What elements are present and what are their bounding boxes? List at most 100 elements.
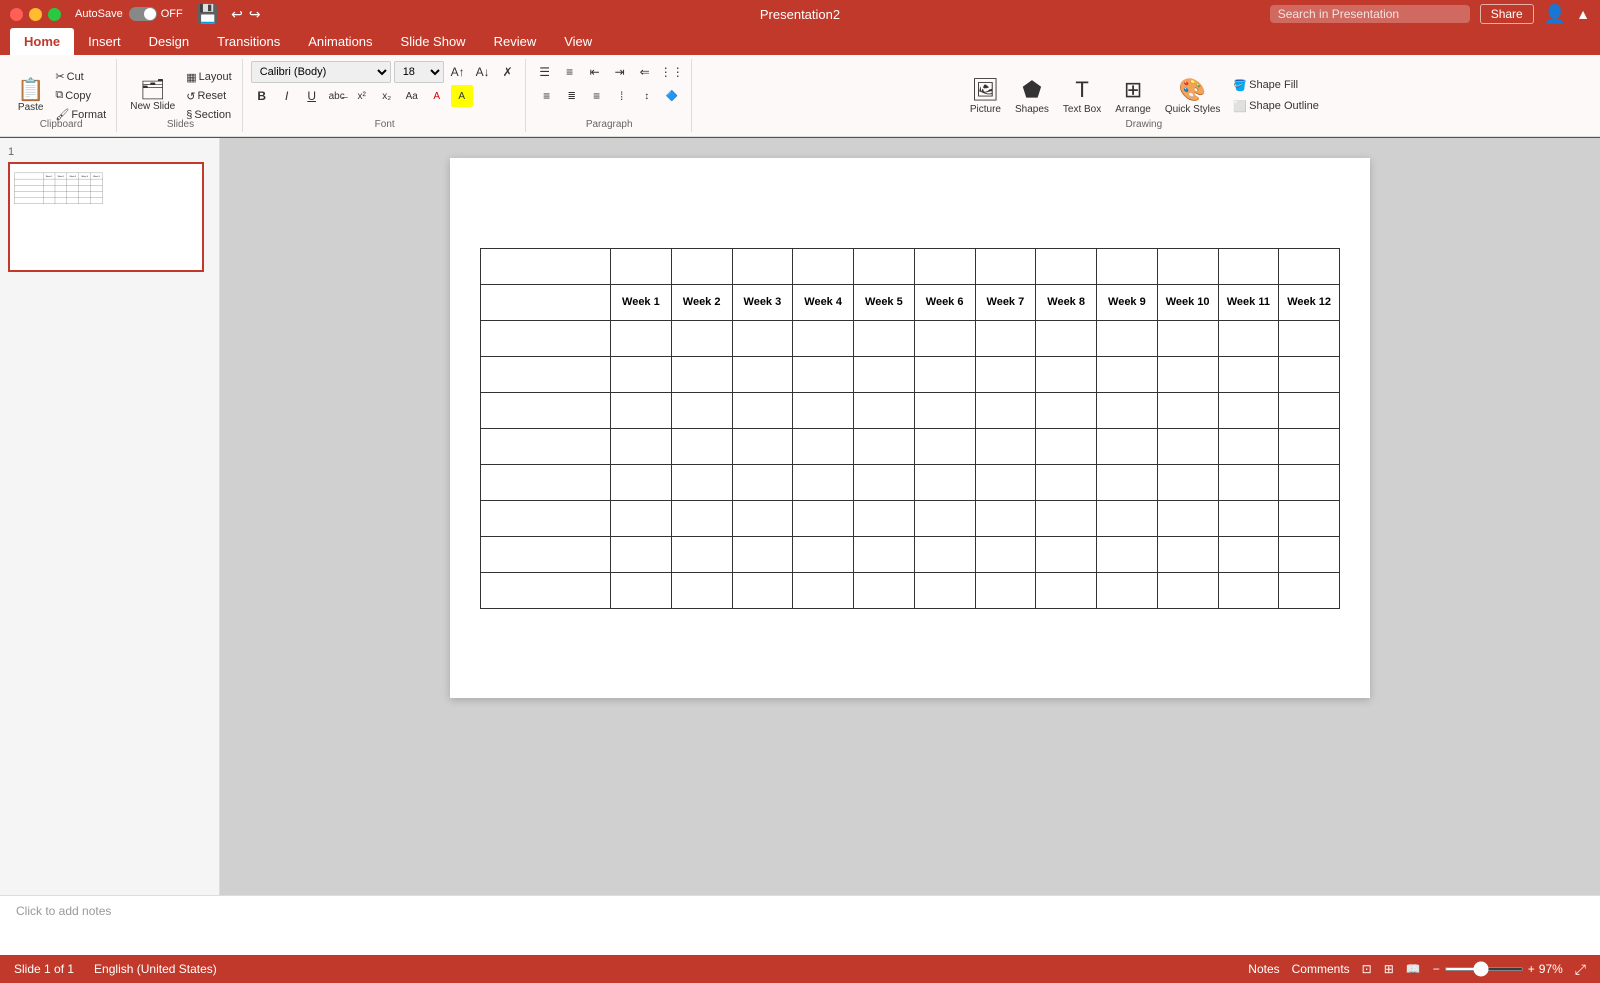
table-cell[interactable] (1157, 392, 1218, 428)
table-cell[interactable] (975, 500, 1036, 536)
line-spacing-button[interactable]: ↕ (636, 85, 658, 107)
table-cell[interactable] (1218, 248, 1279, 284)
strikethrough-button[interactable]: abc̶ (326, 85, 348, 107)
table-cell[interactable] (1157, 464, 1218, 500)
table-cell[interactable] (611, 464, 672, 500)
subscript-button[interactable]: x₂ (376, 85, 398, 107)
font-shrink-button[interactable]: A↓ (472, 61, 494, 83)
table-cell[interactable] (671, 428, 732, 464)
table-cell[interactable] (975, 572, 1036, 608)
table-cell[interactable] (732, 464, 793, 500)
slide-thumbnail[interactable]: Week 1 Week 2 Week 3 Week 4 Week 5 (8, 162, 204, 272)
table-cell[interactable] (975, 248, 1036, 284)
table-cell[interactable] (854, 464, 915, 500)
table-cell[interactable] (975, 320, 1036, 356)
table-cell[interactable] (975, 536, 1036, 572)
table-header-cell[interactable]: Week 12 (1279, 284, 1340, 320)
table-header-cell[interactable]: Week 10 (1157, 284, 1218, 320)
table-cell[interactable] (1279, 536, 1340, 572)
table-cell[interactable] (1279, 248, 1340, 284)
paste-button[interactable]: 📋 Paste (12, 76, 49, 116)
table-cell[interactable] (481, 248, 611, 284)
table-cell[interactable] (1218, 572, 1279, 608)
close-button[interactable] (10, 8, 23, 21)
zoom-slider[interactable] (1444, 967, 1524, 971)
notes-area[interactable]: Click to add notes (0, 895, 1600, 955)
table-cell[interactable] (1218, 500, 1279, 536)
table-cell[interactable] (975, 356, 1036, 392)
table-cell[interactable] (1279, 500, 1340, 536)
redo-icon[interactable]: ↪ (249, 6, 261, 23)
table-cell[interactable] (914, 536, 975, 572)
table-cell[interactable] (611, 500, 672, 536)
table-cell[interactable] (854, 356, 915, 392)
shape-fill-button[interactable]: 🪣 Shape Fill (1229, 77, 1322, 94)
font-size-select[interactable]: 18 (394, 61, 444, 83)
table-cell[interactable] (732, 536, 793, 572)
table-cell[interactable] (732, 428, 793, 464)
superscript-button[interactable]: x² (351, 85, 373, 107)
table-cell[interactable] (671, 464, 732, 500)
copy-button[interactable]: ⧉ Copy (51, 87, 110, 104)
tab-animations[interactable]: Animations (294, 28, 386, 55)
table-cell[interactable] (914, 248, 975, 284)
table-cell[interactable] (1036, 536, 1097, 572)
align-center-button[interactable]: ≣ (561, 85, 583, 107)
table-cell[interactable] (481, 392, 611, 428)
table-cell[interactable] (1279, 356, 1340, 392)
justify-button[interactable]: ⁞ (611, 85, 633, 107)
table-cell[interactable] (1218, 464, 1279, 500)
table-cell[interactable] (1097, 536, 1158, 572)
highlight-button[interactable]: A (451, 85, 473, 107)
tab-insert[interactable]: Insert (74, 28, 135, 55)
quick-styles-button[interactable]: 🎨 Quick Styles (1160, 74, 1226, 118)
slide-table[interactable]: Week 1 Week 2 Week 3 Week 4 Week 5 Week … (480, 248, 1340, 609)
table-cell[interactable] (611, 572, 672, 608)
minimize-button[interactable] (29, 8, 42, 21)
table-cell[interactable] (1157, 428, 1218, 464)
table-cell[interactable] (1157, 500, 1218, 536)
table-cell[interactable] (854, 572, 915, 608)
table-cell[interactable] (793, 536, 854, 572)
table-cell[interactable] (671, 320, 732, 356)
columns-button[interactable]: ⋮⋮ (659, 61, 685, 83)
table-cell[interactable] (914, 572, 975, 608)
table-cell[interactable] (1097, 428, 1158, 464)
table-header-cell[interactable] (481, 284, 611, 320)
shape-outline-button[interactable]: ⬜ Shape Outline (1229, 98, 1322, 115)
account-icon[interactable]: 👤 (1544, 4, 1566, 25)
reset-button[interactable]: ↺ Reset (182, 88, 235, 105)
table-cell[interactable] (1218, 428, 1279, 464)
search-input[interactable] (1270, 5, 1470, 23)
table-cell[interactable] (975, 428, 1036, 464)
picture-button[interactable]: 🖼 Picture (965, 74, 1006, 118)
bold-button[interactable]: B (251, 85, 273, 107)
table-cell[interactable] (481, 320, 611, 356)
table-cell[interactable] (1036, 572, 1097, 608)
table-cell[interactable] (1036, 428, 1097, 464)
table-cell[interactable] (1036, 248, 1097, 284)
slide-sorter-icon[interactable]: ⊞ (1384, 962, 1394, 976)
zoom-out-icon[interactable]: − (1433, 962, 1440, 976)
table-cell[interactable] (732, 248, 793, 284)
align-left-button[interactable]: ≡ (536, 85, 558, 107)
table-cell[interactable] (793, 356, 854, 392)
comments-button[interactable]: Comments (1292, 962, 1350, 976)
arrange-button[interactable]: ⊞ Arrange (1110, 74, 1156, 118)
table-cell[interactable] (793, 572, 854, 608)
textbox-button[interactable]: T Text Box (1058, 74, 1106, 118)
tab-review[interactable]: Review (480, 28, 551, 55)
fit-window-icon[interactable]: ⤢ (1575, 961, 1586, 978)
table-cell[interactable] (793, 428, 854, 464)
underline-button[interactable]: U (301, 85, 323, 107)
smartart-button[interactable]: 🔷 (661, 85, 683, 107)
cut-button[interactable]: ✂ Cut (51, 68, 110, 85)
new-slide-button[interactable]: 🗂 New Slide (125, 77, 180, 115)
table-cell[interactable] (914, 428, 975, 464)
table-cell[interactable] (671, 248, 732, 284)
table-cell[interactable] (1279, 428, 1340, 464)
table-cell[interactable] (1279, 392, 1340, 428)
table-cell[interactable] (611, 428, 672, 464)
table-cell[interactable] (732, 320, 793, 356)
table-cell[interactable] (1097, 464, 1158, 500)
